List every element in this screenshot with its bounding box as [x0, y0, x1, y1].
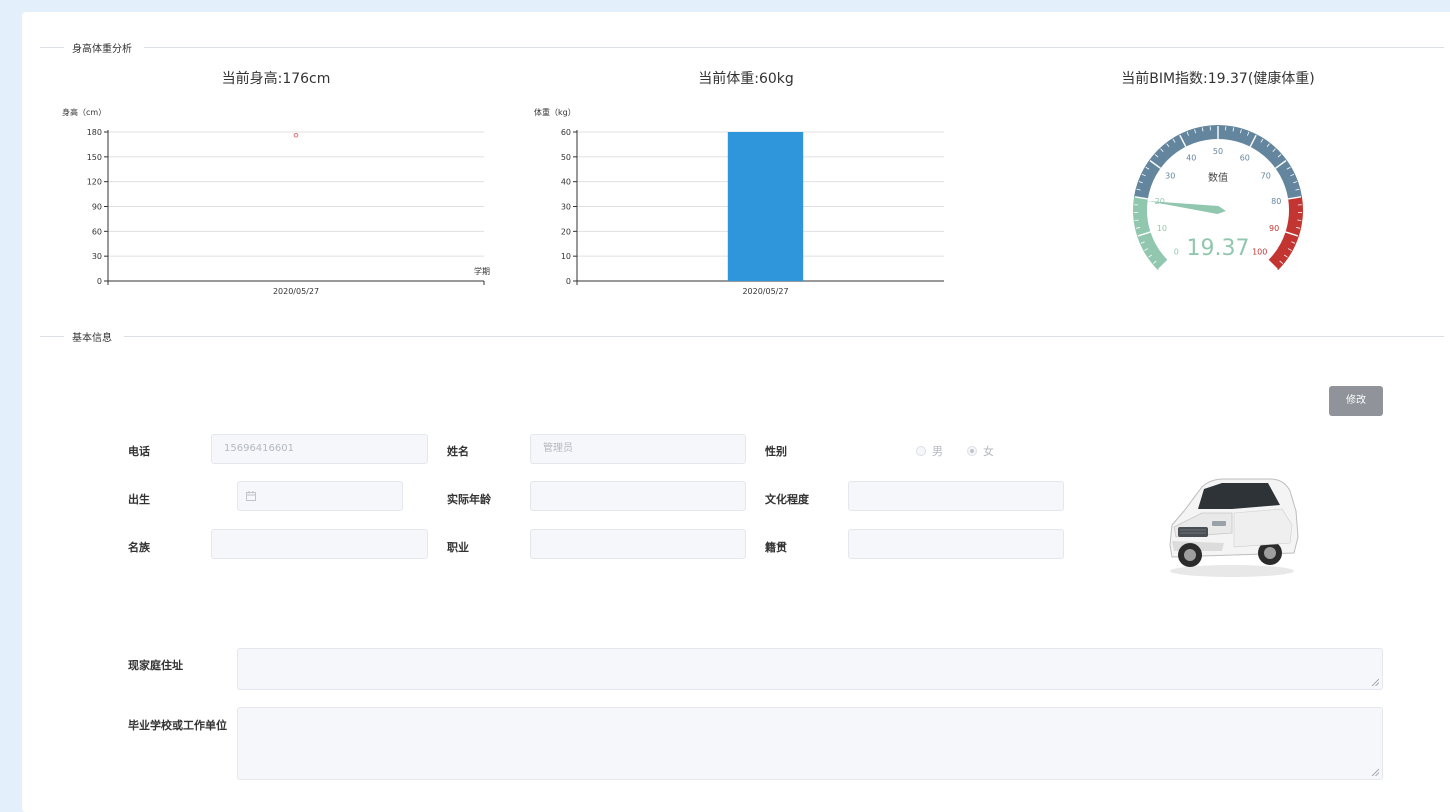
main-card: 身高体重分析 当前身高:176cm 当前体重:60kg 当前BIM指数:19.3… — [22, 12, 1450, 812]
gauge-tick-label: 50 — [1213, 147, 1223, 156]
ethnicity-label: 名族 — [128, 539, 150, 555]
gauge-tick-label: 70 — [1261, 171, 1271, 180]
height-x-axis-label: 学期 — [474, 266, 490, 276]
birth-date-picker[interactable] — [237, 481, 403, 511]
gauge-tick-label: 30 — [1165, 171, 1175, 180]
section-basic-title: 基本信息 — [72, 329, 112, 344]
native-label: 籍贯 — [765, 539, 787, 555]
school-textarea[interactable] — [237, 707, 1383, 780]
ethnicity-input[interactable] — [211, 529, 428, 559]
gauge-tick-label: 100 — [1252, 248, 1267, 257]
bmi-chart-title: 当前BIM指数:19.37(健康体重) — [1068, 68, 1368, 88]
school-label: 毕业学校或工作单位 — [128, 717, 227, 733]
gauge-tick — [1135, 220, 1139, 221]
age-input[interactable] — [530, 481, 746, 511]
bmi-gauge: 0 10 20 30 40 50 60 70 80 90 100 数值 19.37 — [1118, 108, 1318, 278]
gauge-tick-label: 10 — [1157, 224, 1167, 233]
y-tick-label: 0 — [566, 277, 571, 286]
y-tick-label: 30 — [561, 203, 571, 212]
gauge-band — [1268, 197, 1303, 270]
phone-input[interactable]: 15696416601 — [211, 434, 428, 464]
gauge-band — [1133, 197, 1168, 270]
section-analysis-title: 身高体重分析 — [72, 40, 132, 55]
gender-radio-female[interactable]: 女 — [967, 443, 994, 459]
education-input[interactable] — [848, 481, 1064, 511]
gauge-tick-label: 40 — [1186, 153, 1196, 162]
x-tick-label: 2020/05/27 — [273, 287, 319, 296]
y-tick-label: 60 — [561, 128, 571, 137]
job-label: 职业 — [447, 539, 469, 555]
y-tick-label: 10 — [561, 252, 571, 261]
data-point — [294, 134, 298, 138]
weight-y-axis-label: 体重（kg） — [534, 107, 576, 117]
section-analysis-header: 身高体重分析 — [40, 40, 1444, 55]
gauge-tick-label: 20 — [1155, 197, 1165, 206]
phone-label: 电话 — [128, 443, 150, 459]
resize-handle-icon[interactable] — [1371, 678, 1379, 686]
gauge-tick-label: 0 — [1174, 248, 1179, 257]
native-input[interactable] — [848, 529, 1064, 559]
gauge-tick-label: 60 — [1240, 153, 1250, 162]
address-label: 现家庭住址 — [128, 657, 183, 673]
radio-female-dot[interactable] — [967, 446, 977, 456]
y-tick-label: 50 — [561, 153, 571, 162]
y-tick-label: 180 — [87, 128, 102, 137]
gender-radio-male[interactable]: 男 — [916, 443, 943, 459]
y-tick-label: 150 — [87, 153, 102, 162]
birth-label: 出生 — [128, 491, 150, 507]
height-chart: 身高（cm） 学期 0 30 60 90 120 150 180 2020/05/27 — [52, 106, 502, 296]
age-label: 实际年龄 — [447, 491, 491, 507]
address-textarea[interactable] — [237, 648, 1383, 690]
radio-female-label: 女 — [983, 443, 994, 459]
resize-handle-icon[interactable] — [1371, 768, 1379, 776]
weight-chart-title: 当前体重:60kg — [596, 68, 896, 88]
gauge-tick-label: 80 — [1271, 197, 1281, 206]
radio-male-dot[interactable] — [916, 446, 926, 456]
gauge-tick-label: 90 — [1269, 224, 1279, 233]
radio-male-label: 男 — [932, 443, 943, 459]
edit-button[interactable]: 修改 — [1329, 386, 1383, 416]
education-label: 文化程度 — [765, 491, 809, 507]
x-tick-label: 2020/05/27 — [742, 287, 788, 296]
y-tick-label: 0 — [97, 277, 102, 286]
car-photo — [1162, 467, 1302, 579]
y-tick-label: 30 — [92, 252, 102, 261]
y-tick-label: 20 — [561, 227, 571, 236]
bar — [728, 132, 803, 281]
y-tick-label: 90 — [92, 203, 102, 212]
height-y-axis-label: 身高（cm） — [62, 107, 106, 117]
gauge-value-text: 19.37 — [1187, 236, 1250, 261]
y-tick-label: 60 — [92, 227, 102, 236]
gauge-pointer — [1148, 201, 1226, 214]
section-basic-header: 基本信息 — [40, 329, 1444, 344]
gauge-center-label: 数值 — [1208, 171, 1228, 184]
gauge-tick — [1297, 220, 1301, 221]
gender-label: 性别 — [765, 443, 787, 459]
weight-chart: 体重（kg） 0 10 20 30 40 50 60 2020/05/27 — [524, 106, 944, 296]
y-tick-label: 120 — [87, 178, 102, 187]
job-input[interactable] — [530, 529, 746, 559]
name-label: 姓名 — [447, 443, 469, 459]
height-chart-title: 当前身高:176cm — [126, 68, 426, 88]
name-input[interactable]: 管理员 — [530, 434, 746, 464]
calendar-icon — [246, 491, 256, 501]
y-tick-label: 40 — [561, 178, 571, 187]
